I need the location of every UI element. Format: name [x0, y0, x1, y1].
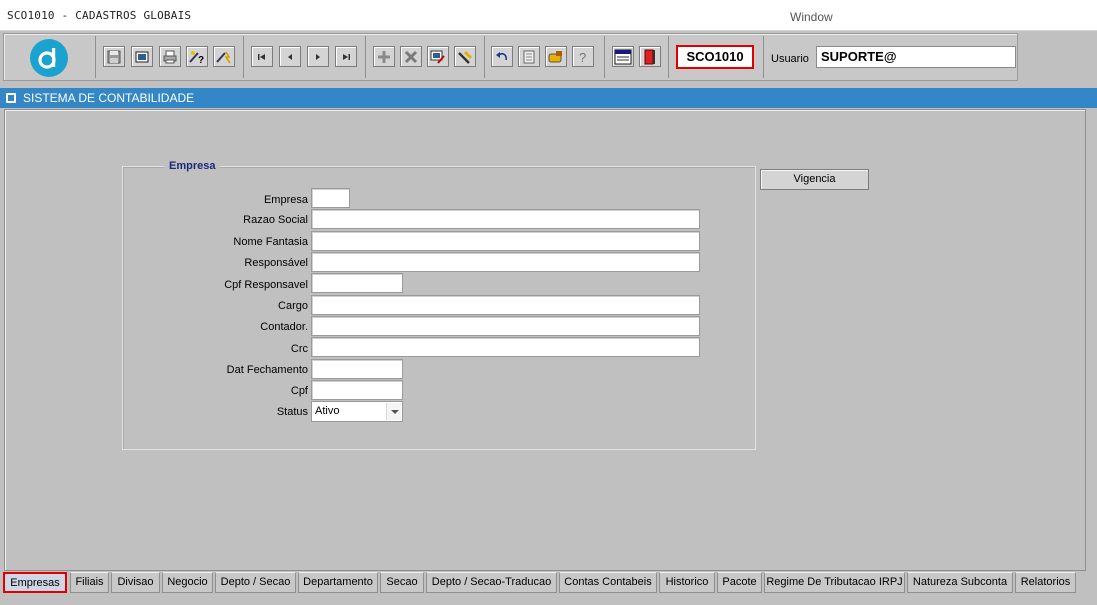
system-title-bar: SISTEMA DE CONTABILIDADE — [0, 88, 1097, 108]
query-execute-icon[interactable] — [213, 46, 235, 67]
tab-natureza-subconta[interactable]: Natureza Subconta — [907, 572, 1013, 593]
form-icon[interactable] — [131, 46, 153, 67]
delete-record-icon[interactable] — [400, 46, 422, 67]
contador-label: Contador. — [260, 321, 308, 333]
last-record-icon[interactable] — [335, 46, 357, 67]
previous-record-icon[interactable] — [279, 46, 301, 67]
menu-icon[interactable] — [612, 46, 634, 67]
status-value: Ativo — [315, 405, 340, 417]
system-title: SISTEMA DE CONTABILIDADE — [23, 91, 195, 105]
nome-fantasia-field[interactable] — [311, 231, 700, 251]
window-title: SCO1010 - CADASTROS GLOBAIS — [7, 9, 192, 22]
toolbar: ? ? SCO1010 Usuario SUPORTE@ — [3, 33, 1018, 81]
responsavel-label: Responsável — [244, 257, 308, 269]
tab-filiais[interactable]: Filiais — [70, 572, 109, 593]
tab-divisao[interactable]: Divisao — [111, 572, 160, 593]
exit-icon[interactable] — [639, 46, 661, 67]
user-field[interactable]: SUPORTE@ — [816, 46, 1016, 68]
toolbar-group-menu — [604, 36, 605, 78]
tab-relatorios[interactable]: Relatorios — [1015, 572, 1076, 593]
program-code: SCO1010 — [676, 45, 754, 69]
toolbar-group-tools — [484, 36, 485, 78]
toolbar-group-info — [668, 36, 669, 78]
responsavel-field[interactable] — [311, 252, 700, 272]
window-menu[interactable]: Window — [790, 10, 833, 24]
title-bar: SCO1010 - CADASTROS GLOBAIS Window — [0, 0, 1097, 31]
nome-fantasia-label: Nome Fantasia — [233, 236, 308, 248]
window-icon — [6, 93, 16, 103]
query-enter-icon[interactable]: ? — [186, 46, 208, 67]
svg-text:?: ? — [198, 55, 204, 64]
toolbar-group-records — [365, 36, 366, 78]
tab-secao[interactable]: Secao — [380, 572, 424, 593]
dat-fechamento-label: Dat Fechamento — [226, 364, 308, 376]
toolbar-group-user — [763, 36, 764, 78]
tab-depto-secao[interactable]: Depto / Secao — [215, 572, 296, 593]
hand-icon[interactable] — [545, 46, 567, 67]
razao-social-field[interactable] — [311, 209, 700, 229]
toolbar-group-file — [95, 36, 96, 78]
help-icon[interactable]: ? — [572, 46, 594, 67]
tab-regime-tributacao[interactable]: Regime De Tributacao IRPJ — [764, 572, 905, 593]
app-logo — [30, 39, 68, 77]
tab-departamento[interactable]: Departamento — [298, 572, 378, 593]
cpf-field[interactable] — [311, 380, 403, 400]
tab-contas-contabeis[interactable]: Contas Contabeis — [559, 572, 657, 593]
tab-historico[interactable]: Historico — [659, 572, 715, 593]
toolbar-group-navigation — [243, 36, 244, 78]
frame-title: Empresa — [164, 160, 221, 172]
cpf-responsavel-label: Cpf Responsavel — [224, 279, 308, 291]
insert-record-icon[interactable] — [373, 46, 395, 67]
tab-empresas[interactable]: Empresas — [3, 572, 67, 593]
print-icon[interactable] — [159, 46, 181, 67]
cargo-label: Cargo — [278, 300, 308, 312]
next-record-icon[interactable] — [307, 46, 329, 67]
razao-social-label: Razao Social — [243, 214, 308, 226]
edit-record-icon[interactable] — [427, 46, 449, 67]
crc-field[interactable] — [311, 337, 700, 357]
chevron-down-icon[interactable] — [386, 403, 401, 420]
cpf-responsavel-field[interactable] — [311, 273, 403, 293]
crc-label: Crc — [290, 343, 308, 355]
contador-field[interactable] — [311, 316, 700, 336]
svg-text:?: ? — [579, 50, 586, 64]
dat-fechamento-field[interactable] — [311, 359, 403, 379]
empresa-field[interactable] — [311, 188, 350, 208]
tab-depto-secao-traducao[interactable]: Depto / Secao-Traducao — [426, 572, 557, 593]
tab-negocio[interactable]: Negocio — [162, 572, 213, 593]
status-label: Status — [276, 406, 308, 418]
vigencia-button[interactable]: Vigencia — [760, 169, 869, 190]
list-icon[interactable] — [518, 46, 540, 67]
status-select[interactable]: Ativo — [311, 401, 403, 422]
undo-icon[interactable] — [491, 46, 513, 67]
user-label: Usuario — [771, 53, 809, 65]
clear-record-icon[interactable] — [454, 46, 476, 67]
tab-pacote[interactable]: Pacote — [717, 572, 762, 593]
save-icon[interactable] — [103, 46, 125, 67]
first-record-icon[interactable] — [251, 46, 273, 67]
cpf-label: Cpf — [290, 385, 308, 397]
empresa-label: Empresa — [263, 194, 308, 206]
cargo-field[interactable] — [311, 295, 700, 315]
